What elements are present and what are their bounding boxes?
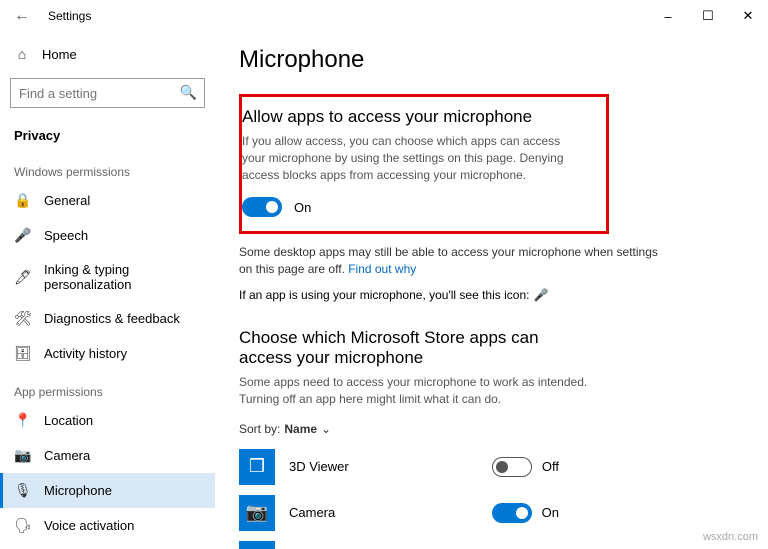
feedback-icon: 🛠 <box>14 310 30 327</box>
speech-icon: 🎤 <box>14 227 30 244</box>
group-windows-permissions: Windows permissions <box>0 151 215 183</box>
app-name: Camera <box>289 505 478 520</box>
close-button[interactable]: ✕ <box>728 0 768 32</box>
app-list: ❒ 3D Viewer Off 📷 Camera On ◯ Cortana Of… <box>239 444 744 549</box>
choose-heading: Choose which Microsoft Store apps can ac… <box>239 328 579 368</box>
nav-voice-activation[interactable]: 🗣Voice activation <box>0 508 215 543</box>
app-icon: ◯ <box>239 541 275 549</box>
search-icon: 🔍 <box>180 84 197 101</box>
search-input[interactable] <box>10 78 205 108</box>
pen-icon: 🖊 <box>14 269 30 286</box>
mic-indicator-icon: 🎤 <box>533 288 548 302</box>
nav-diagnostics[interactable]: 🛠Diagnostics & feedback <box>0 301 215 336</box>
allow-toggle-state: On <box>294 200 311 215</box>
group-app-permissions: App permissions <box>0 371 215 403</box>
app-row-cortana: ◯ Cortana Off <box>239 536 559 549</box>
sort-row[interactable]: Sort by: Name ⌄ <box>239 422 744 436</box>
minimize-button[interactable]: – <box>648 0 688 32</box>
app-toggle[interactable] <box>492 457 532 477</box>
app-toggle[interactable] <box>492 503 532 523</box>
home-label: Home <box>42 47 77 62</box>
history-icon: 🗄 <box>14 345 30 362</box>
camera-icon: 📷 <box>14 447 30 464</box>
nav-activity[interactable]: 🗄Activity history <box>0 336 215 371</box>
page-title: Microphone <box>239 46 744 74</box>
highlight-box: Allow apps to access your microphone If … <box>239 94 609 234</box>
titlebar: ← Settings – ☐ ✕ <box>0 0 768 32</box>
nav-speech[interactable]: 🎤Speech <box>0 218 215 253</box>
maximize-button[interactable]: ☐ <box>688 0 728 32</box>
content-pane: Microphone Allow apps to access your mic… <box>215 32 768 549</box>
allow-toggle[interactable] <box>242 197 282 217</box>
back-button[interactable]: ← <box>0 7 44 25</box>
watermark: wsxdn.com <box>703 531 758 543</box>
voice-icon: 🗣 <box>14 517 30 534</box>
chevron-down-icon: ⌄ <box>321 422 331 436</box>
lock-icon: 🔒 <box>14 192 30 209</box>
allow-heading: Allow apps to access your microphone <box>242 107 586 127</box>
home-icon: ⌂ <box>14 46 30 62</box>
app-icon: 📷 <box>239 495 275 531</box>
sidebar-section-title: Privacy <box>0 116 215 151</box>
choose-description: Some apps need to access your microphone… <box>239 374 589 408</box>
nav-camera[interactable]: 📷Camera <box>0 438 215 473</box>
home-nav[interactable]: ⌂ Home <box>0 38 215 70</box>
sidebar: ⌂ Home 🔍 Privacy Windows permissions 🔒Ge… <box>0 32 215 549</box>
app-name: 3D Viewer <box>289 459 478 474</box>
location-icon: 📍 <box>14 412 30 429</box>
nav-location[interactable]: 📍Location <box>0 403 215 438</box>
nav-microphone[interactable]: 🎙Microphone <box>0 473 215 508</box>
icon-note: If an app is using your microphone, you'… <box>239 288 744 302</box>
nav-inking[interactable]: 🖊Inking & typing personalization <box>0 253 215 301</box>
app-row-camera: 📷 Camera On <box>239 490 559 536</box>
window-title: Settings <box>48 9 91 23</box>
nav-general[interactable]: 🔒General <box>0 183 215 218</box>
allow-description: If you allow access, you can choose whic… <box>242 133 586 183</box>
find-out-why-link[interactable]: Find out why <box>348 262 416 276</box>
desktop-note: Some desktop apps may still be able to a… <box>239 244 659 278</box>
app-row-3dviewer: ❒ 3D Viewer Off <box>239 444 559 490</box>
microphone-icon: 🎙 <box>14 482 30 499</box>
app-icon: ❒ <box>239 449 275 485</box>
